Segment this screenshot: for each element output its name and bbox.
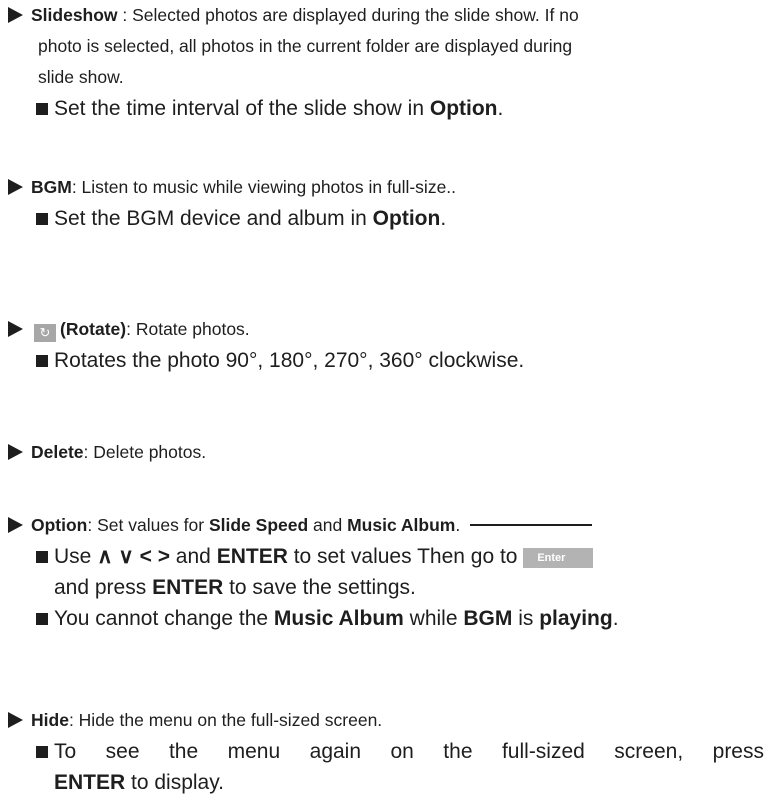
option-desc-and: and	[308, 515, 348, 535]
option-note-and: and	[169, 545, 217, 568]
hide-note: To see the menu again on the full-sized …	[36, 736, 764, 767]
bullet-arrow-icon	[8, 321, 23, 337]
rotate-heading: ↻ (Rotate): Rotate photos.	[8, 314, 764, 345]
delete-desc: : Delete photos.	[83, 442, 207, 462]
option-note2-period: .	[612, 607, 619, 630]
bgm-note-option: Option	[372, 207, 441, 230]
option-note-1-line2: and press ENTER to save the settings.	[54, 572, 764, 603]
rotate-title: (Rotate)	[60, 319, 127, 339]
rotate-icon: ↻	[34, 324, 56, 342]
option-note2-music-album: Music Album	[273, 607, 404, 630]
delete-title: Delete	[31, 442, 84, 462]
option-title: Option	[31, 515, 88, 535]
slideshow-desc: : Selected photos are displayed during t…	[117, 5, 579, 25]
option-note-1: Use ∧ ∨ < > and ENTER to set values Then…	[36, 541, 764, 572]
hide-desc: : Hide the menu on the full-sized screen…	[68, 710, 383, 730]
option-note2-while: while	[403, 607, 464, 630]
bullet-square-icon	[36, 613, 48, 625]
rotate-note: Rotates the photo 90°, 180°, 270°, 360° …	[36, 345, 764, 376]
slideshow-heading: Slideshow : Selected photos are displaye…	[8, 0, 764, 31]
option-note2-text: You cannot change the	[54, 607, 274, 630]
hide-note-display: to display.	[125, 771, 225, 794]
slideshow-title: Slideshow	[31, 5, 118, 25]
enter-button: Enter	[523, 548, 594, 568]
delete-entry: Delete: Delete photos.	[8, 437, 764, 468]
option-note-enter2: ENTER	[152, 576, 224, 599]
rotate-note-text: Rotates the photo 90°, 180°, 270°, 360° …	[54, 349, 525, 372]
bullet-square-icon	[36, 551, 48, 563]
hide-entry: Hide: Hide the menu on the full-sized sc…	[8, 705, 764, 798]
slideshow-note-option: Option	[429, 97, 498, 120]
slideshow-note-text: Set the time interval of the slide show …	[54, 97, 430, 120]
arrow-keys-icon: ∧ ∨ < >	[97, 545, 170, 568]
callout-line	[470, 524, 593, 526]
rotate-entry: ↻ (Rotate): Rotate photos. Rotates the ph…	[8, 314, 764, 376]
option-heading: Option: Set values for Slide Speed and M…	[8, 510, 764, 541]
option-slide-speed: Slide Speed	[208, 515, 309, 535]
bgm-note: Set the BGM device and album in Option.	[36, 203, 764, 234]
rotate-desc: : Rotate photos.	[126, 319, 250, 339]
option-note-use: Use	[54, 545, 98, 568]
option-note-enter: ENTER	[216, 545, 288, 568]
bullet-arrow-icon	[8, 517, 23, 533]
slideshow-note: Set the time interval of the slide show …	[36, 93, 764, 124]
bullet-arrow-icon	[8, 712, 23, 728]
slideshow-entry: Slideshow : Selected photos are displaye…	[8, 0, 764, 124]
bullet-square-icon	[36, 103, 48, 115]
slideshow-desc-line3: slide show.	[38, 67, 124, 87]
hide-note-enter: ENTER	[54, 771, 126, 794]
bullet-square-icon	[36, 355, 48, 367]
slideshow-note-period: .	[497, 97, 504, 120]
manual-page: Slideshow : Selected photos are displaye…	[0, 0, 768, 812]
bullet-arrow-icon	[8, 444, 23, 460]
option-note2-is: is	[512, 607, 540, 630]
hide-heading: Hide: Hide the menu on the full-sized sc…	[8, 705, 764, 736]
delete-heading: Delete: Delete photos.	[8, 437, 764, 468]
hide-note-line2: ENTER to display.	[54, 767, 764, 798]
option-note2-playing: playing	[539, 607, 613, 630]
option-desc-period: .	[455, 515, 461, 535]
bgm-note-text: Set the BGM device and album in	[54, 207, 373, 230]
bullet-arrow-icon	[8, 179, 23, 195]
bullet-square-icon	[36, 213, 48, 225]
option-note-then: to set values Then go to	[287, 545, 524, 568]
option-music-album: Music Album	[347, 515, 456, 535]
slideshow-desc-line2: photo is selected, all photos in the cur…	[38, 36, 573, 56]
bgm-heading: BGM: Listen to music while viewing photo…	[8, 172, 764, 203]
bullet-square-icon	[36, 746, 48, 758]
bgm-title: BGM	[31, 177, 72, 197]
hide-title: Hide	[31, 710, 69, 730]
bgm-desc: : Listen to music while viewing photos i…	[71, 177, 457, 197]
hide-note-text: To see the menu again on the full-sized …	[54, 740, 764, 763]
bullet-arrow-icon	[8, 7, 23, 23]
bgm-entry: BGM: Listen to music while viewing photo…	[8, 172, 764, 234]
option-desc: : Set values for	[87, 515, 209, 535]
option-entry: Option: Set values for Slide Speed and M…	[8, 510, 764, 634]
bgm-note-period: .	[440, 207, 447, 230]
option-note-press: and press	[54, 576, 153, 599]
option-note2-bgm: BGM	[463, 607, 513, 630]
option-note-2: You cannot change the Music Album while …	[36, 603, 764, 634]
option-note-save: to save the settings.	[223, 576, 416, 599]
